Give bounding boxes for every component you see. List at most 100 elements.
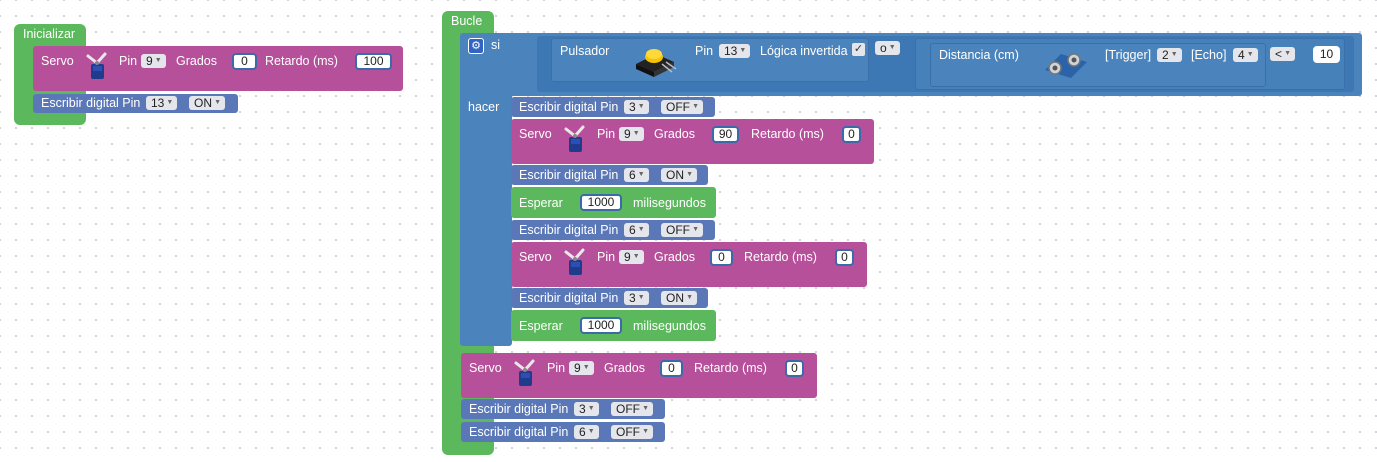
button-pin-dropdown[interactable]: 13 ▼ xyxy=(719,44,751,58)
servo-retardo-input[interactable]: 0 xyxy=(842,126,861,143)
chevron-down-icon: ▼ xyxy=(632,253,640,260)
wait-label: Esperar xyxy=(519,319,563,333)
after-servo-block[interactable]: Servo Pin 9 ▼ Grados 0 Retardo (ms) 0 xyxy=(461,353,817,398)
logic-operator-dropdown[interactable]: o ▼ xyxy=(875,41,900,55)
chevron-down-icon: ▼ xyxy=(1246,51,1254,58)
servo-retardo-input[interactable]: 100 xyxy=(355,53,392,70)
servo-pin-value: 9 xyxy=(624,127,631,141)
echo-label: [Echo] xyxy=(1191,48,1227,62)
do-digital-block-2[interactable]: Escribir digital Pin 6 ▼ ON ▼ xyxy=(511,165,708,185)
digital-pin-value: 3 xyxy=(629,291,636,305)
if-do-spine xyxy=(460,90,512,346)
wait-value-input[interactable]: 1000 xyxy=(580,194,622,211)
init-servo-block[interactable]: Servo Pin 9 ▼ Grados 0 Retardo (ms) 100 xyxy=(33,46,403,91)
do-wait-block-1[interactable]: Esperar 1000 milisegundos xyxy=(511,187,716,218)
chevron-down-icon: ▼ xyxy=(587,428,595,435)
servo-grados-input[interactable]: 0 xyxy=(710,249,733,266)
echo-pin-value: 4 xyxy=(1238,48,1245,62)
after-digital-block-2[interactable]: Escribir digital Pin 6 ▼ OFF ▼ xyxy=(461,422,665,442)
digital-pin-dropdown[interactable]: 6 ▼ xyxy=(624,168,649,182)
pin-label: Pin xyxy=(597,250,616,264)
digital-state-dropdown[interactable]: ON ▼ xyxy=(661,168,697,182)
digital-state-dropdown[interactable]: OFF ▼ xyxy=(611,402,653,416)
do-digital-block-1[interactable]: Escribir digital Pin 3 ▼ OFF ▼ xyxy=(511,97,715,117)
servo-motor-icon xyxy=(86,52,107,79)
chevron-down-icon: ▼ xyxy=(587,405,595,412)
servo-retardo-input[interactable]: 0 xyxy=(785,360,804,377)
distance-sensor-block[interactable]: Distancia (cm) [Trigger] 2 ▼ [Echo] 4 ▼ xyxy=(930,43,1266,87)
button-label: Pulsador xyxy=(560,44,610,58)
digital-pin-value: 13 xyxy=(151,96,165,110)
digital-state-value: ON xyxy=(194,96,212,110)
chevron-down-icon: ▼ xyxy=(637,103,645,110)
digital-pin-dropdown[interactable]: 3 ▼ xyxy=(624,100,649,114)
digital-pin-dropdown[interactable]: 13 ▼ xyxy=(146,96,178,110)
compare-operator-dropdown[interactable]: < ▼ xyxy=(1270,47,1296,61)
digital-state-dropdown[interactable]: OFF ▼ xyxy=(661,100,703,114)
do-digital-block-3[interactable]: Escribir digital Pin 6 ▼ OFF ▼ xyxy=(511,220,715,240)
trigger-pin-value: 2 xyxy=(1162,48,1169,62)
digital-pin-dropdown[interactable]: 3 ▼ xyxy=(624,291,649,305)
digital-label: Escribir digital Pin xyxy=(519,168,619,182)
digital-state-dropdown[interactable]: ON ▼ xyxy=(189,96,225,110)
init-header: Inicializar xyxy=(23,27,76,41)
distance-label: Distancia (cm) xyxy=(939,48,1019,62)
button-sensor-block[interactable]: Pulsador Pin 13 ▼ Lógica invertida ✓ xyxy=(551,38,869,82)
gear-icon[interactable]: ⚙ xyxy=(468,38,484,54)
servo-retardo-input[interactable]: 0 xyxy=(835,249,854,266)
servo-grados-input[interactable]: 90 xyxy=(712,126,739,143)
chevron-down-icon: ▼ xyxy=(632,130,640,137)
servo-grados-input[interactable]: 0 xyxy=(660,360,683,377)
digital-label: Escribir digital Pin xyxy=(41,96,141,110)
digital-state-dropdown[interactable]: OFF ▼ xyxy=(611,425,653,439)
digital-state-value: OFF xyxy=(666,100,690,114)
do-servo-block-2[interactable]: Servo Pin 9 ▼ Grados 0 Retardo (ms) 0 xyxy=(511,242,867,287)
digital-state-dropdown[interactable]: OFF ▼ xyxy=(661,223,703,237)
init-digital-block[interactable]: Escribir digital Pin 13 ▼ ON ▼ xyxy=(33,94,238,113)
servo-pin-dropdown[interactable]: 9 ▼ xyxy=(619,127,644,141)
servo-motor-icon xyxy=(564,125,585,152)
wait-label: Esperar xyxy=(519,196,563,210)
do-servo-block-1[interactable]: Servo Pin 9 ▼ Grados 90 Retardo (ms) 0 xyxy=(511,119,874,164)
chevron-down-icon: ▼ xyxy=(154,57,162,64)
chevron-down-icon: ▼ xyxy=(692,103,699,110)
servo-grados-input[interactable]: 0 xyxy=(232,53,257,70)
chevron-down-icon: ▼ xyxy=(1284,50,1292,57)
digital-state-value: ON xyxy=(666,291,684,305)
servo-pin-dropdown[interactable]: 9 ▼ xyxy=(619,250,644,264)
wait-unit-label: milisegundos xyxy=(633,196,706,210)
servo-pin-dropdown[interactable]: 9 ▼ xyxy=(569,361,594,375)
pin-label: Pin xyxy=(119,54,138,68)
chevron-down-icon: ▼ xyxy=(692,226,699,233)
grados-label: Grados xyxy=(654,127,695,141)
retardo-label: Retardo (ms) xyxy=(751,127,824,141)
trigger-label: [Trigger] xyxy=(1105,48,1152,62)
digital-state-value: ON xyxy=(666,168,684,182)
retardo-label: Retardo (ms) xyxy=(694,361,767,375)
distance-value-input[interactable]: 10 xyxy=(1313,46,1340,63)
echo-pin-dropdown[interactable]: 4 ▼ xyxy=(1233,48,1258,62)
if-label: si xyxy=(491,38,501,52)
digital-state-value: OFF xyxy=(616,402,640,416)
chevron-down-icon: ▼ xyxy=(214,99,221,106)
pin-label: Pin xyxy=(547,361,566,375)
button-pin-value: 13 xyxy=(724,44,738,58)
digital-state-dropdown[interactable]: ON ▼ xyxy=(661,291,697,305)
invert-logic-checkbox[interactable]: ✓ xyxy=(852,43,865,56)
servo-motor-icon xyxy=(514,359,535,386)
digital-label: Escribir digital Pin xyxy=(469,425,569,439)
digital-pin-dropdown[interactable]: 6 ▼ xyxy=(574,425,599,439)
digital-state-value: OFF xyxy=(666,223,690,237)
digital-pin-dropdown[interactable]: 6 ▼ xyxy=(624,223,649,237)
wait-value-input[interactable]: 1000 xyxy=(580,317,622,334)
digital-label: Escribir digital Pin xyxy=(519,291,619,305)
do-digital-block-4[interactable]: Escribir digital Pin 3 ▼ ON ▼ xyxy=(511,288,708,308)
digital-pin-dropdown[interactable]: 3 ▼ xyxy=(574,402,599,416)
digital-pin-value: 6 xyxy=(579,425,586,439)
after-digital-block-1[interactable]: Escribir digital Pin 3 ▼ OFF ▼ xyxy=(461,399,665,419)
trigger-pin-dropdown[interactable]: 2 ▼ xyxy=(1157,48,1182,62)
servo-label: Servo xyxy=(41,54,74,68)
servo-pin-dropdown[interactable]: 9 ▼ xyxy=(141,54,166,68)
grados-label: Grados xyxy=(604,361,645,375)
do-wait-block-2[interactable]: Esperar 1000 milisegundos xyxy=(511,310,716,341)
